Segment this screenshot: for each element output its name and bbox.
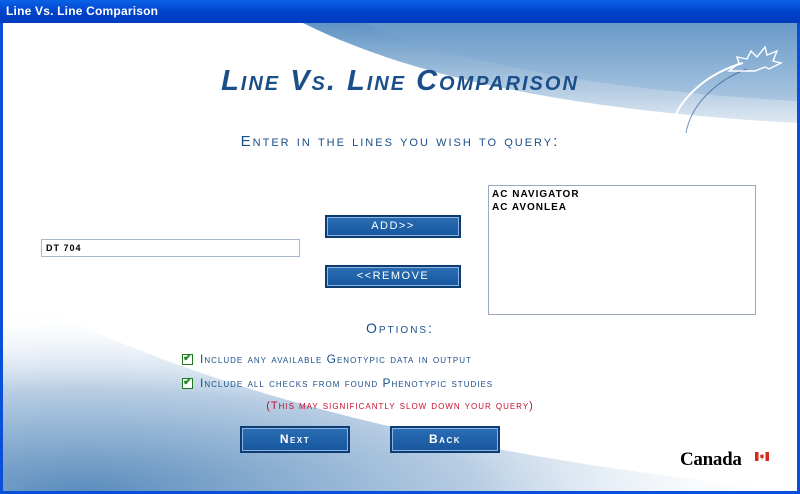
back-button[interactable]: Back xyxy=(390,426,500,453)
app-window: Line Vs. Line Comparison Line Vs. Line C… xyxy=(0,0,800,494)
page-title: Line Vs. Line Comparison xyxy=(221,65,579,97)
performance-warning: (This may significantly slow down your q… xyxy=(266,400,534,412)
checkbox-checked-icon[interactable]: ✔ xyxy=(182,352,193,365)
line-input[interactable] xyxy=(41,239,300,257)
add-button[interactable]: ADD>> xyxy=(325,215,461,238)
remove-button[interactable]: <<REMOVE xyxy=(325,265,461,288)
option-label: Include all checks from found Phenotypic… xyxy=(200,376,494,390)
main-panel: Line Vs. Line Comparison Enter in the li… xyxy=(3,23,797,491)
checkbox-checked-icon[interactable]: ✔ xyxy=(182,376,193,389)
window-title: Line Vs. Line Comparison xyxy=(6,4,159,18)
option-label: Include any available Genotypic data in … xyxy=(200,352,472,366)
canada-flag-icon xyxy=(755,452,769,461)
selected-lines-list[interactable]: AC NAVIGATOR AC AVONLEA xyxy=(488,185,756,315)
next-button[interactable]: Next xyxy=(240,426,350,453)
list-item[interactable]: AC AVONLEA xyxy=(492,201,752,214)
list-item[interactable]: AC NAVIGATOR xyxy=(492,188,752,201)
title-bar[interactable]: Line Vs. Line Comparison xyxy=(0,0,800,23)
canada-wordmark: Canada xyxy=(680,449,742,470)
options-heading: Options: xyxy=(365,320,434,336)
query-instructions: Enter in the lines you wish to query: xyxy=(240,133,560,150)
